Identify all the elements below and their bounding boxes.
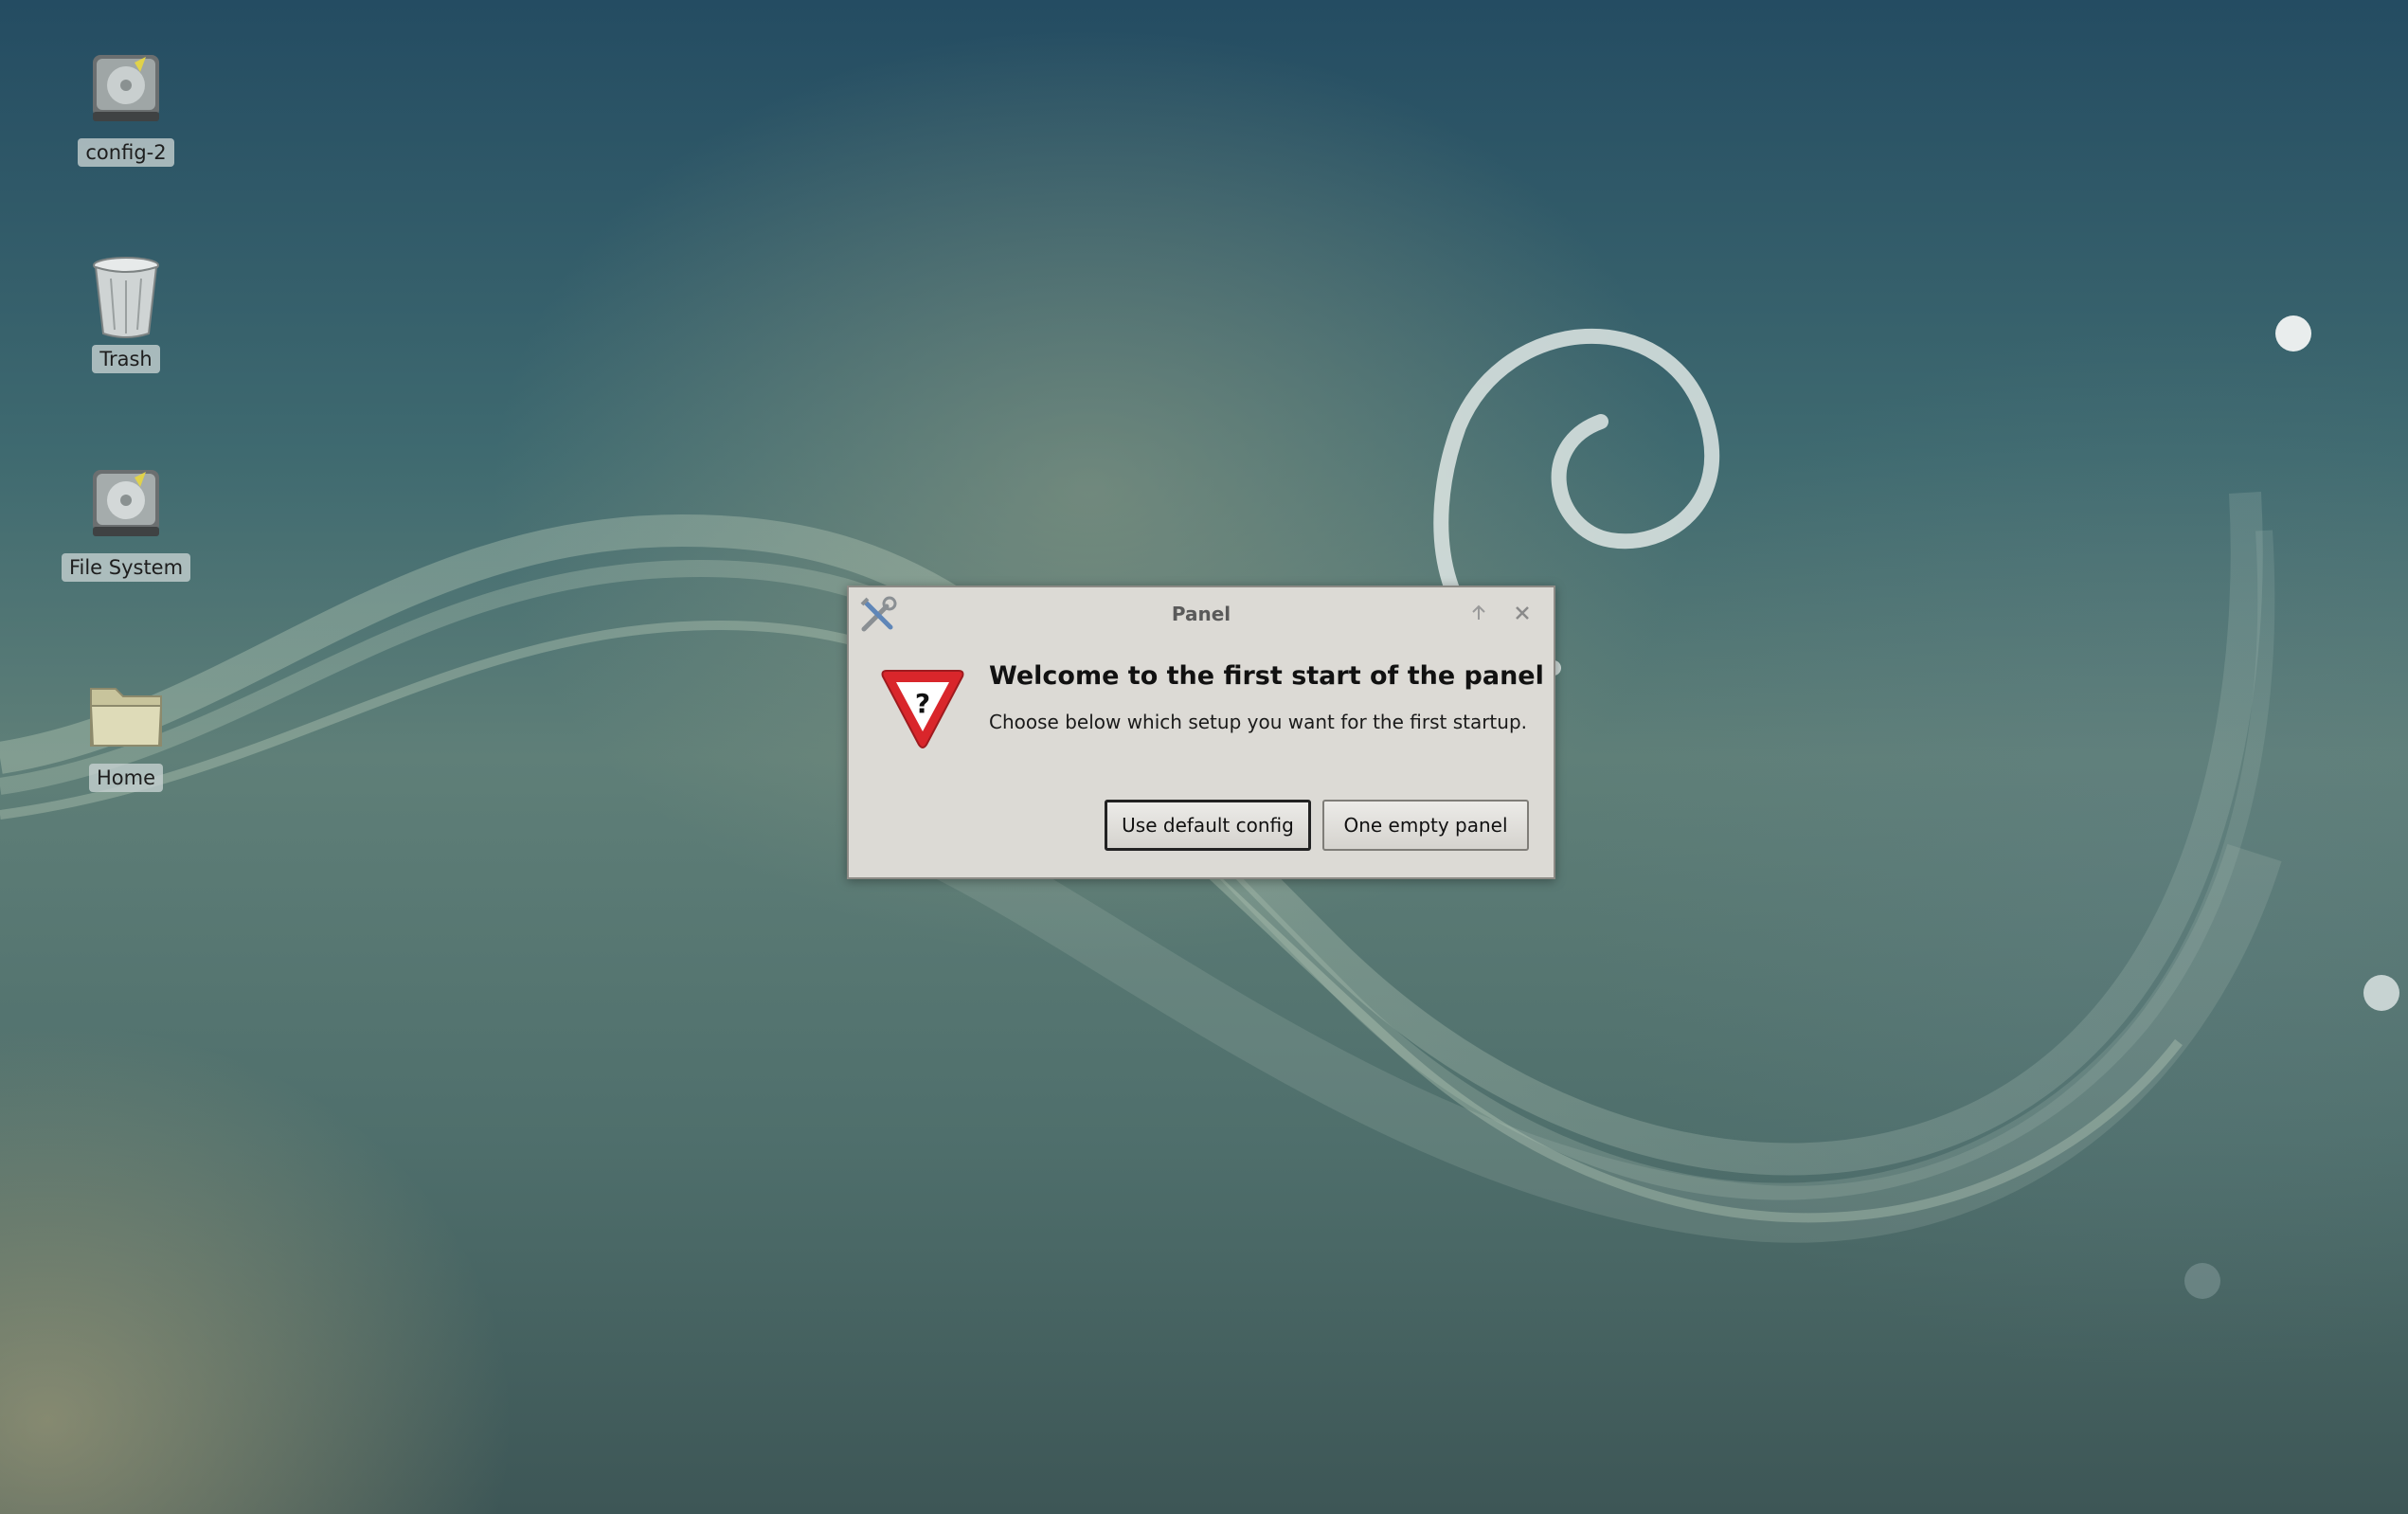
maximize-button[interactable] bbox=[1465, 599, 1493, 627]
drive-icon bbox=[83, 462, 169, 548]
arrow-up-icon bbox=[1472, 604, 1485, 620]
drive-icon bbox=[83, 47, 169, 133]
desktop-icon-label: File System bbox=[61, 553, 191, 582]
dialog-title: Panel bbox=[1171, 603, 1231, 625]
desktop-icon-config-2[interactable]: config-2 bbox=[55, 47, 197, 167]
desktop-icon-home[interactable]: Home bbox=[55, 673, 197, 792]
desktop-icon-label: Home bbox=[88, 764, 163, 792]
trash-icon bbox=[83, 254, 169, 339]
folder-icon bbox=[83, 673, 169, 758]
desktop-icon-trash[interactable]: Trash bbox=[55, 254, 197, 373]
dialog-heading: Welcome to the first start of the panel bbox=[989, 661, 1544, 691]
desktop-icon-file-system[interactable]: File System bbox=[55, 462, 197, 582]
dialog-message: Choose below which setup you want for th… bbox=[989, 711, 1527, 733]
dialog-titlebar[interactable]: Panel bbox=[849, 587, 1554, 640]
desktop-icon-label: Trash bbox=[92, 345, 160, 373]
warning-question-icon: ? bbox=[877, 665, 968, 756]
close-icon bbox=[1516, 606, 1529, 620]
svg-text:?: ? bbox=[915, 688, 930, 719]
one-empty-panel-button[interactable]: One empty panel bbox=[1322, 800, 1529, 851]
use-default-config-button[interactable]: Use default config bbox=[1105, 800, 1311, 851]
panel-welcome-dialog: Panel ? Welcome to the first start of th… bbox=[847, 586, 1555, 879]
close-button[interactable] bbox=[1508, 599, 1536, 627]
desktop-icon-label: config-2 bbox=[78, 138, 174, 167]
